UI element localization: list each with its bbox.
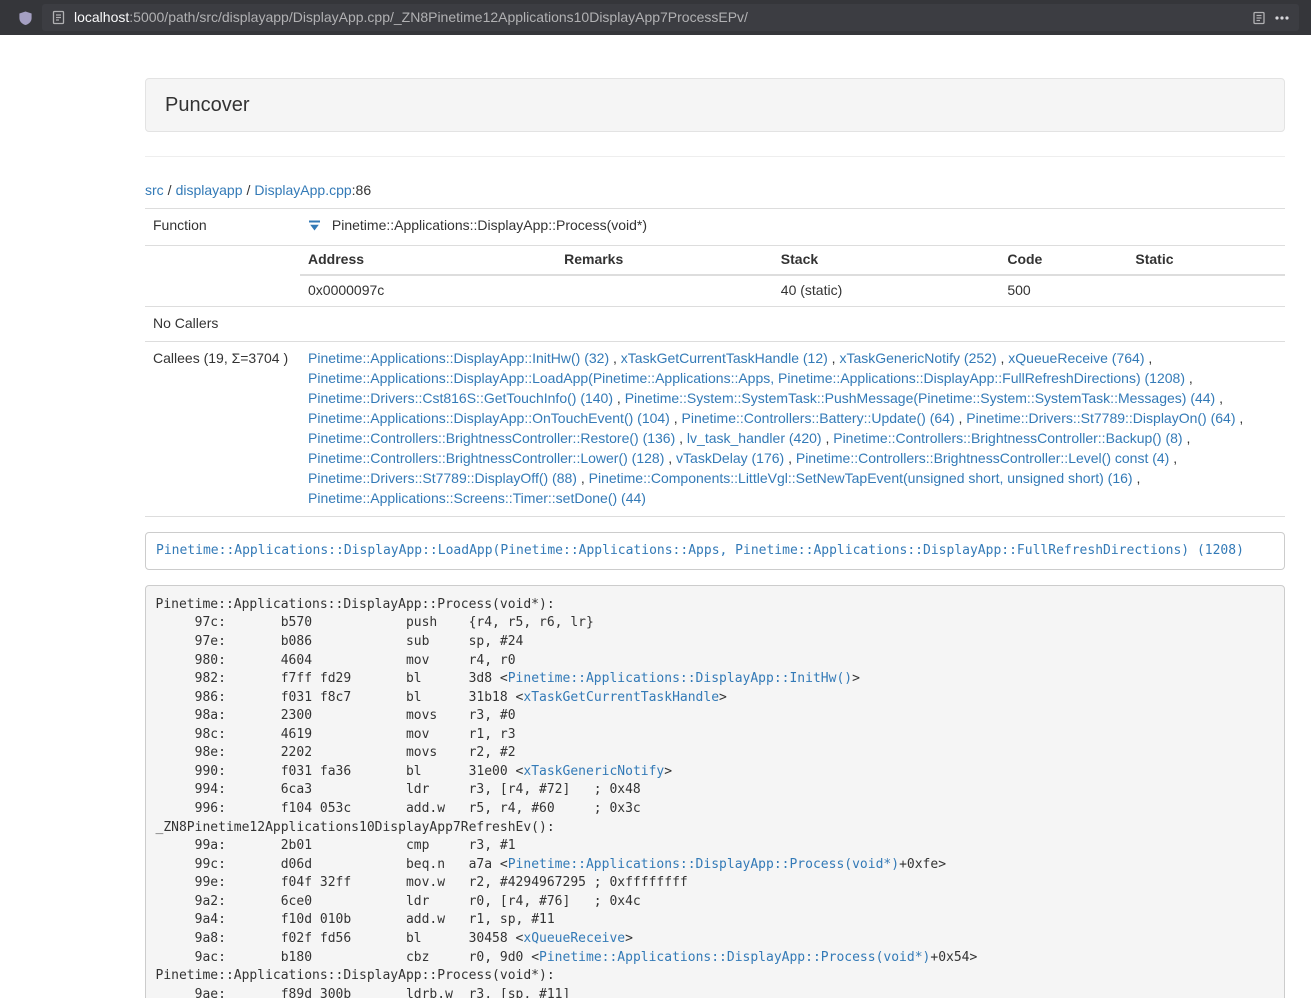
callee-link[interactable]: Pinetime::Applications::DisplayApp::Load…	[308, 370, 1185, 386]
callee-link[interactable]: vTaskDelay (176)	[676, 450, 784, 466]
metrics-value: 40 (static)	[773, 275, 1000, 306]
callee-link[interactable]: xTaskGetCurrentTaskHandle (12)	[621, 350, 828, 366]
callers-row: No Callers	[145, 306, 1285, 341]
breadcrumb-separator: /	[247, 182, 251, 198]
disassembly-symbol-link[interactable]: Pinetime::Applications::DisplayApp::Proc…	[539, 950, 930, 965]
tracking-protection-shield-icon[interactable]	[18, 10, 33, 26]
metrics-value: 500	[999, 275, 1127, 306]
callee-separator: ,	[664, 450, 676, 466]
metrics-column-header: Remarks	[556, 246, 773, 275]
function-row-label: Function	[145, 208, 300, 245]
callee-separator: ,	[577, 470, 589, 486]
callee-separator: ,	[1169, 450, 1177, 466]
disassembly-symbol-link[interactable]: Pinetime::Applications::DisplayApp::Proc…	[508, 857, 899, 872]
callee-link[interactable]: Pinetime::Applications::Screens::Timer::…	[308, 490, 646, 506]
callee-link[interactable]: Pinetime::Controllers::BrightnessControl…	[308, 450, 664, 466]
metrics-column-header: Address	[300, 246, 556, 275]
metrics-row: AddressRemarksStackCodeStatic 0x0000097c…	[145, 245, 1285, 306]
page-actions-icon[interactable]	[1275, 16, 1289, 20]
browser-toolbar: localhost:5000/path/src/displayapp/Displ…	[0, 0, 1311, 35]
callee-link[interactable]: Pinetime::Applications::DisplayApp::OnTo…	[308, 410, 670, 426]
disassembly-symbol-link[interactable]: xTaskGetCurrentTaskHandle	[523, 690, 719, 705]
breadcrumb-link[interactable]: src	[145, 182, 164, 198]
callee-link[interactable]: xQueueReceive (764)	[1008, 350, 1144, 366]
disassembly-symbol-link[interactable]: xQueueReceive	[523, 931, 625, 946]
metrics-value-row: 0x0000097c 40 (static)500	[300, 275, 1285, 306]
function-name: Pinetime::Applications::DisplayApp::Proc…	[332, 217, 647, 233]
metrics-header-row: AddressRemarksStackCodeStatic	[300, 246, 1285, 275]
metrics-column-header: Stack	[773, 246, 1000, 275]
callee-link[interactable]: xTaskGenericNotify (252)	[839, 350, 996, 366]
metrics-value	[1127, 275, 1285, 306]
callees-row: Callees (19, Σ=3704 ) Pinetime::Applicat…	[145, 341, 1285, 516]
reader-view-icon[interactable]	[1252, 11, 1266, 25]
callee-link[interactable]: Pinetime::Controllers::BrightnessControl…	[308, 430, 675, 446]
page-content: Puncover src/displayapp/DisplayApp.cpp:8…	[145, 78, 1285, 998]
metrics-table: AddressRemarksStackCodeStatic 0x0000097c…	[300, 246, 1285, 306]
disassembly-symbol-link[interactable]: xTaskGenericNotify	[523, 764, 664, 779]
metrics-row-label	[145, 245, 300, 306]
callee-separator: ,	[1236, 410, 1244, 426]
callee-separator: ,	[822, 430, 834, 446]
disassembly: Pinetime::Applications::DisplayApp::Proc…	[145, 585, 1285, 998]
callees-label: Callees (19, Σ=3704 )	[145, 341, 300, 516]
callee-link[interactable]: Pinetime::System::SystemTask::PushMessag…	[625, 390, 1216, 406]
callee-link[interactable]: Pinetime::Controllers::Battery::Update()…	[682, 410, 955, 426]
app-header: Puncover	[145, 78, 1285, 132]
url-bar[interactable]: localhost:5000/path/src/displayapp/Displ…	[42, 4, 1299, 31]
function-table: Function Pinetime::Applications::Display…	[145, 208, 1285, 517]
callee-link[interactable]: Pinetime::Controllers::BrightnessControl…	[833, 430, 1182, 446]
callee-link[interactable]: Pinetime::Drivers::Cst816S::GetTouchInfo…	[308, 390, 613, 406]
no-callers-label: No Callers	[145, 306, 300, 341]
metrics-column-header: Static	[1127, 246, 1285, 275]
callee-link[interactable]: Pinetime::Applications::DisplayApp::Init…	[308, 350, 609, 366]
callee-separator: ,	[1144, 350, 1152, 366]
callee-separator: ,	[955, 410, 967, 426]
function-cell: Pinetime::Applications::DisplayApp::Proc…	[300, 208, 1285, 245]
breadcrumb-link[interactable]: DisplayApp.cpp	[254, 182, 351, 198]
divider	[145, 156, 1285, 157]
metrics-cell: AddressRemarksStackCodeStatic 0x0000097c…	[300, 245, 1285, 306]
callee-link[interactable]: Pinetime::Controllers::BrightnessControl…	[796, 450, 1169, 466]
callee-separator: ,	[1185, 370, 1193, 386]
callee-separator: ,	[613, 390, 625, 406]
metrics-value	[556, 275, 773, 306]
highlighted-symbol-link[interactable]: Pinetime::Applications::DisplayApp::Load…	[145, 532, 1285, 571]
callers-cell	[300, 306, 1285, 341]
app-title: Puncover	[165, 94, 250, 116]
breadcrumb-separator: /	[168, 182, 172, 198]
metrics-column-header: Code	[999, 246, 1127, 275]
callee-separator: ,	[784, 450, 796, 466]
callee-separator: ,	[828, 350, 840, 366]
callee-separator: ,	[609, 350, 621, 366]
metrics-value: 0x0000097c	[300, 275, 556, 306]
callee-separator: ,	[670, 410, 682, 426]
callee-separator: ,	[997, 350, 1009, 366]
callee-separator: ,	[675, 430, 687, 446]
url-text: localhost:5000/path/src/displayapp/Displ…	[74, 8, 1243, 28]
breadcrumb-link[interactable]: displayapp	[176, 182, 243, 198]
callee-link[interactable]: Pinetime::Drivers::St7789::DisplayOff() …	[308, 470, 577, 486]
callee-link[interactable]: Pinetime::Components::LittleVgl::SetNewT…	[589, 470, 1133, 486]
callee-link[interactable]: Pinetime::Drivers::St7789::DisplayOn() (…	[966, 410, 1235, 426]
collapse-icon[interactable]	[308, 218, 321, 238]
callee-separator: ,	[1215, 390, 1223, 406]
callee-separator: ,	[1183, 430, 1191, 446]
function-row: Function Pinetime::Applications::Display…	[145, 208, 1285, 245]
breadcrumb: src/displayapp/DisplayApp.cpp:86	[145, 181, 1285, 201]
page-info-icon[interactable]	[52, 10, 65, 25]
breadcrumb-text: :86	[352, 182, 371, 198]
url-domain: localhost	[74, 9, 129, 25]
callees-list: Pinetime::Applications::DisplayApp::Init…	[300, 341, 1285, 516]
callee-link[interactable]: lv_task_handler (420)	[687, 430, 822, 446]
callee-separator: ,	[1133, 470, 1141, 486]
disassembly-symbol-link[interactable]: Pinetime::Applications::DisplayApp::Init…	[508, 671, 852, 686]
url-path: :5000/path/src/displayapp/DisplayApp.cpp…	[129, 9, 748, 25]
